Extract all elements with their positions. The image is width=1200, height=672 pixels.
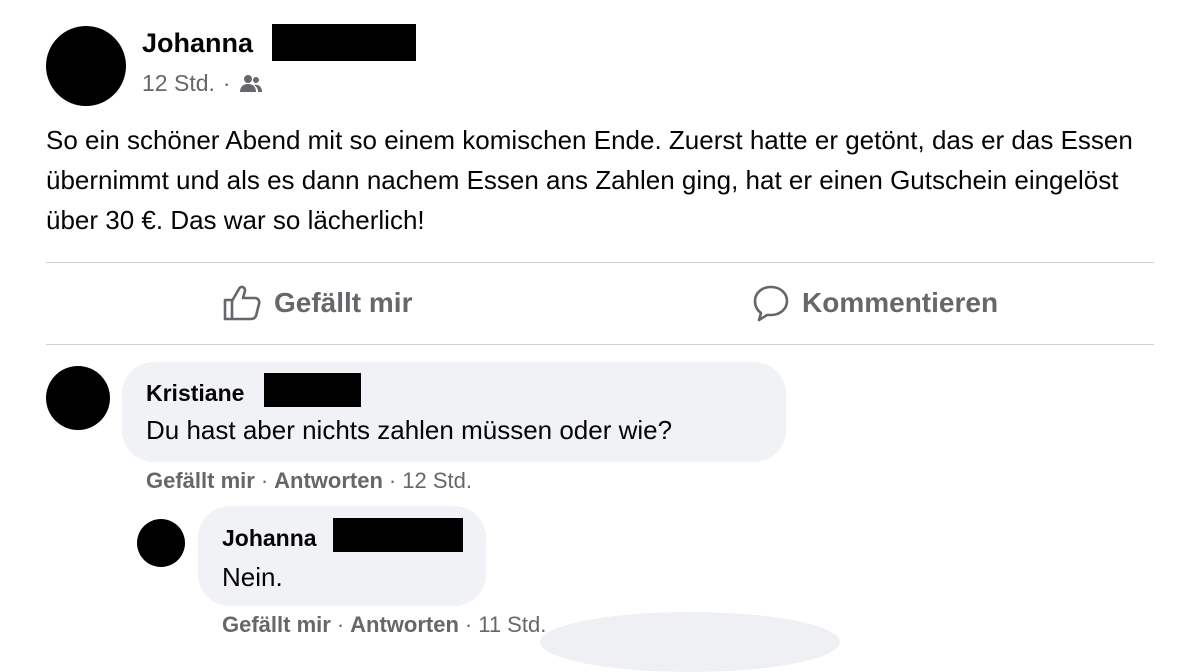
redacted-surname bbox=[264, 373, 361, 407]
comment-actions: Gefällt mir · Antworten · 12 Std. bbox=[146, 468, 472, 494]
post-text: So ein schöner Abend mit so einem komisc… bbox=[46, 125, 1133, 235]
reply-author[interactable]: Johanna bbox=[222, 525, 317, 552]
comment-time[interactable]: 12 Std. bbox=[402, 468, 472, 494]
reply-reply-link[interactable]: Antworten bbox=[350, 612, 459, 638]
reply-avatar[interactable] bbox=[137, 519, 185, 567]
comment-bubble bbox=[122, 362, 786, 462]
meta-separator: · bbox=[222, 70, 231, 96]
comment-reply-link[interactable]: Antworten bbox=[274, 468, 383, 494]
separator: · bbox=[260, 468, 269, 493]
redacted-surname bbox=[333, 518, 463, 552]
post-author-name[interactable]: Johanna bbox=[142, 28, 253, 59]
post-meta: 12 Std. · bbox=[142, 70, 263, 97]
divider-top bbox=[46, 262, 1154, 263]
reply-time[interactable]: 11 Std. bbox=[478, 612, 546, 638]
comment-text: Du hast aber nichts zahlen müssen oder w… bbox=[146, 415, 673, 445]
partial-element bbox=[540, 612, 840, 672]
comment-avatar[interactable] bbox=[46, 366, 110, 430]
divider-bottom bbox=[46, 344, 1154, 345]
separator: · bbox=[388, 468, 397, 493]
separator: · bbox=[464, 612, 473, 637]
thumbs-up-icon bbox=[222, 284, 262, 322]
reply-actions: Gefällt mir · Antworten · 11 Std. bbox=[222, 612, 546, 638]
comment-button[interactable]: Kommentieren bbox=[752, 284, 998, 322]
comment-like-link[interactable]: Gefällt mir bbox=[146, 468, 255, 494]
redacted-surname bbox=[272, 24, 416, 61]
friends-icon bbox=[239, 74, 263, 94]
like-label: Gefällt mir bbox=[274, 287, 413, 318]
reply-text: Nein. bbox=[222, 562, 283, 592]
comment-bubble-icon bbox=[752, 284, 790, 322]
post-author-avatar[interactable] bbox=[46, 26, 126, 106]
comment-author[interactable]: Kristiane bbox=[146, 380, 244, 407]
reply-like-link[interactable]: Gefällt mir bbox=[222, 612, 331, 638]
like-button[interactable]: Gefällt mir bbox=[222, 284, 412, 322]
post-time[interactable]: 12 Std. bbox=[142, 70, 215, 97]
comment-label: Kommentieren bbox=[802, 287, 999, 318]
separator: · bbox=[336, 612, 345, 637]
